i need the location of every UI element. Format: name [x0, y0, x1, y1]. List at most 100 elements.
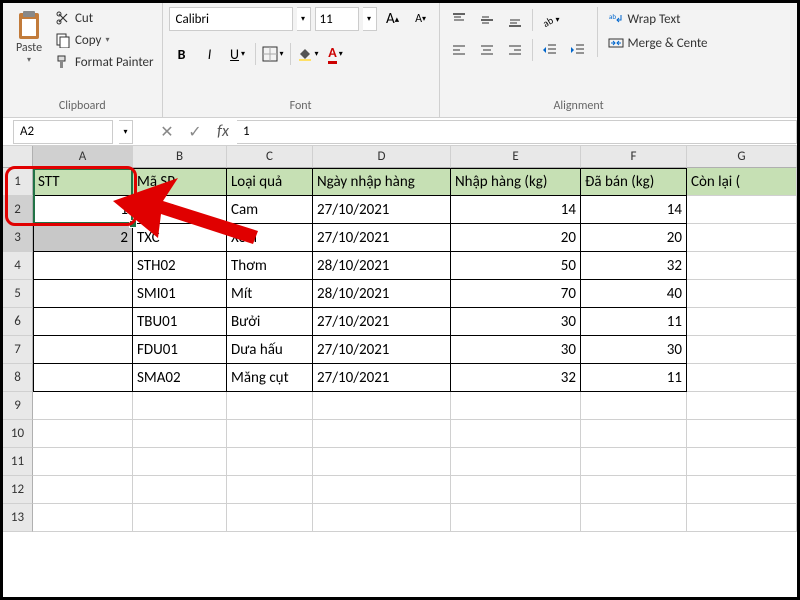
cell-G2[interactable] — [687, 196, 797, 224]
row-header-12[interactable]: 12 — [3, 476, 33, 504]
cell-A8[interactable] — [33, 364, 133, 392]
cell-E6[interactable]: 30 — [451, 308, 581, 336]
column-header-D[interactable]: D — [313, 146, 451, 168]
column-header-B[interactable]: B — [133, 146, 227, 168]
cell-D3[interactable]: 27/10/2021 — [313, 224, 451, 252]
merge-center-button[interactable]: Merge & Cente — [604, 33, 712, 53]
borders-button[interactable]: ▾ — [260, 41, 286, 67]
cell-C3[interactable]: Xoài — [227, 224, 313, 252]
cell-F12[interactable] — [581, 476, 687, 504]
cell-E12[interactable] — [451, 476, 581, 504]
align-center-button[interactable] — [474, 37, 500, 63]
formula-bar[interactable] — [237, 120, 797, 144]
cell-C4[interactable]: Thơm — [227, 252, 313, 280]
bold-button[interactable]: B — [169, 41, 195, 67]
cell-B2[interactable]: FCA01 — [133, 196, 227, 224]
decrease-font-button[interactable]: A▾ — [409, 7, 433, 31]
cell-D13[interactable] — [313, 504, 451, 532]
cell-D4[interactable]: 28/10/2021 — [313, 252, 451, 280]
cell-G6[interactable] — [687, 308, 797, 336]
format-painter-button[interactable]: Format Painter — [53, 53, 156, 71]
cell-C12[interactable] — [227, 476, 313, 504]
font-size-dropdown[interactable]: ▾ — [363, 7, 377, 31]
copy-button[interactable]: Copy ▾ — [53, 31, 156, 49]
row-header-7[interactable]: 7 — [3, 336, 33, 364]
cell-F4[interactable]: 32 — [581, 252, 687, 280]
cell-C5[interactable]: Mít — [227, 280, 313, 308]
align-bottom-button[interactable] — [502, 7, 528, 33]
cell-C11[interactable] — [227, 448, 313, 476]
column-header-F[interactable]: F — [581, 146, 687, 168]
orientation-button[interactable]: ab▾ — [537, 7, 563, 33]
cell-C6[interactable]: Bưởi — [227, 308, 313, 336]
increase-font-button[interactable]: A▴ — [381, 7, 405, 31]
cell-C13[interactable] — [227, 504, 313, 532]
row-header-13[interactable]: 13 — [3, 504, 33, 532]
cell-F11[interactable] — [581, 448, 687, 476]
cell-E4[interactable]: 50 — [451, 252, 581, 280]
cell-F5[interactable]: 40 — [581, 280, 687, 308]
cell-E1[interactable]: Nhập hàng (kg) — [451, 168, 581, 196]
cell-E3[interactable]: 20 — [451, 224, 581, 252]
cell-A3[interactable]: 2 — [33, 224, 133, 252]
cell-G5[interactable] — [687, 280, 797, 308]
name-box[interactable] — [13, 120, 113, 144]
cell-D10[interactable] — [313, 420, 451, 448]
cancel-formula-button[interactable]: ✕ — [153, 120, 181, 144]
row-header-2[interactable]: 2 — [3, 196, 33, 224]
cell-F8[interactable]: 11 — [581, 364, 687, 392]
row-header-8[interactable]: 8 — [3, 364, 33, 392]
font-color-button[interactable]: A▾ — [323, 41, 349, 67]
cell-G10[interactable] — [687, 420, 797, 448]
insert-function-button[interactable]: fx — [209, 120, 237, 144]
cell-B6[interactable]: TBU01 — [133, 308, 227, 336]
cell-E11[interactable] — [451, 448, 581, 476]
column-header-C[interactable]: C — [227, 146, 313, 168]
cell-A4[interactable] — [33, 252, 133, 280]
select-all-corner[interactable] — [3, 146, 33, 168]
decrease-indent-button[interactable] — [537, 37, 563, 63]
cut-button[interactable]: Cut — [53, 9, 156, 27]
cell-G8[interactable] — [687, 364, 797, 392]
cell-G13[interactable] — [687, 504, 797, 532]
font-name-dropdown[interactable]: ▾ — [297, 7, 311, 31]
row-header-9[interactable]: 9 — [3, 392, 33, 420]
align-left-button[interactable] — [446, 37, 472, 63]
paste-button[interactable]: Paste ▾ — [9, 7, 49, 97]
cell-A11[interactable] — [33, 448, 133, 476]
cell-G12[interactable] — [687, 476, 797, 504]
cell-A2[interactable]: 1 — [33, 196, 133, 224]
cell-D12[interactable] — [313, 476, 451, 504]
cell-G7[interactable] — [687, 336, 797, 364]
align-top-button[interactable] — [446, 7, 472, 33]
cell-A9[interactable] — [33, 392, 133, 420]
row-header-11[interactable]: 11 — [3, 448, 33, 476]
cell-E13[interactable] — [451, 504, 581, 532]
cell-C7[interactable]: Dưa hấu — [227, 336, 313, 364]
cell-D6[interactable]: 27/10/2021 — [313, 308, 451, 336]
wrap-text-button[interactable]: ab Wrap Text — [604, 9, 712, 29]
row-header-4[interactable]: 4 — [3, 252, 33, 280]
cell-E2[interactable]: 14 — [451, 196, 581, 224]
cell-A6[interactable] — [33, 308, 133, 336]
column-header-E[interactable]: E — [451, 146, 581, 168]
confirm-formula-button[interactable]: ✓ — [181, 120, 209, 144]
cell-C10[interactable] — [227, 420, 313, 448]
name-box-dropdown[interactable]: ▾ — [119, 120, 133, 144]
cell-A7[interactable] — [33, 336, 133, 364]
cell-E8[interactable]: 32 — [451, 364, 581, 392]
cell-B12[interactable] — [133, 476, 227, 504]
fill-color-button[interactable]: ▾ — [295, 41, 321, 67]
cell-B5[interactable]: SMI01 — [133, 280, 227, 308]
column-header-A[interactable]: A — [33, 146, 133, 168]
cell-C1[interactable]: Loại quả — [227, 168, 313, 196]
cell-B10[interactable] — [133, 420, 227, 448]
cell-G4[interactable] — [687, 252, 797, 280]
cell-D9[interactable] — [313, 392, 451, 420]
cell-B1[interactable]: Mã SP — [133, 168, 227, 196]
cell-G3[interactable] — [687, 224, 797, 252]
cell-D5[interactable]: 28/10/2021 — [313, 280, 451, 308]
cell-B4[interactable]: STH02 — [133, 252, 227, 280]
underline-button[interactable]: U▾ — [225, 41, 251, 67]
italic-button[interactable]: I — [197, 41, 223, 67]
